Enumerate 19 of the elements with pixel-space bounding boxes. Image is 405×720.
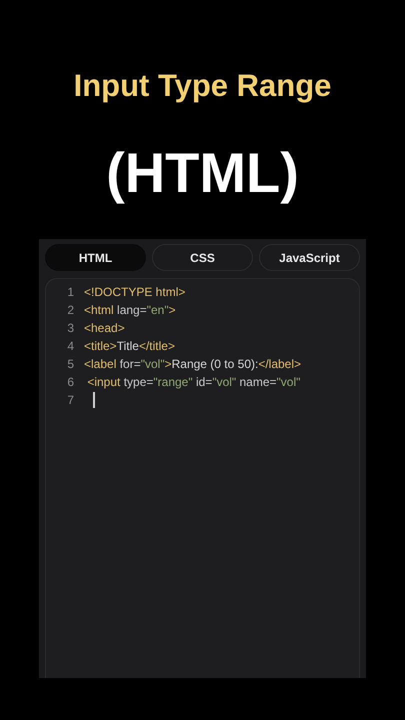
line-number: 3 (66, 321, 74, 335)
editor-tab[interactable]: JavaScript (259, 244, 360, 271)
code-editor[interactable]: 1 <!DOCTYPE html> 2 <html lang="en"> 3 <head> 4 <title>Title</title> 5 <label for="vol">Range (0 to 50):</label> 6 <input type="range" id="vol" name="vol" 7 (45, 278, 360, 678)
code-line: <title>Title</title> (84, 339, 175, 353)
code-line: <html lang="en"> (84, 303, 176, 317)
page-title: Input Type Range (74, 68, 332, 105)
line-number: 2 (66, 303, 74, 317)
line-number: 4 (66, 339, 74, 353)
page-subtitle: (HTML) (106, 140, 299, 206)
editor-tab[interactable]: HTML (45, 244, 146, 271)
line-number: 5 (66, 357, 74, 371)
editor-tab[interactable]: CSS (152, 244, 253, 271)
line-number: 6 (66, 375, 74, 389)
code-line: <head> (84, 321, 125, 335)
code-line: <!DOCTYPE html> (84, 285, 186, 299)
code-line: <label for="vol">Range (0 to 50):</label> (84, 357, 302, 371)
code-line: <input type="range" id="vol" name="vol" (86, 375, 300, 389)
line-number: 1 (66, 285, 74, 299)
line-number: 7 (66, 393, 74, 407)
